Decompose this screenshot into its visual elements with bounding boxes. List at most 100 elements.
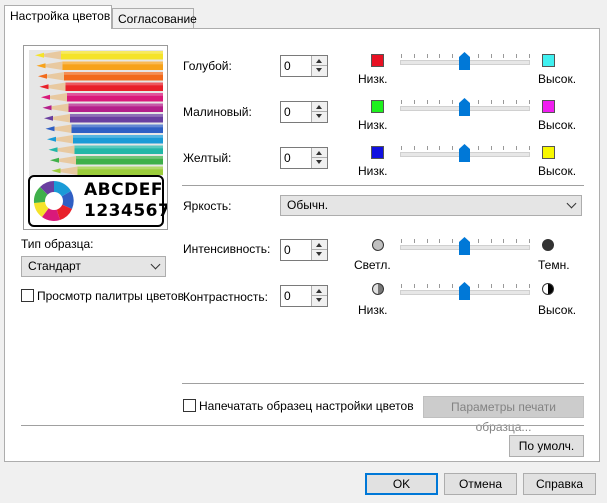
intensity-spinbox[interactable]: 0 — [280, 239, 328, 261]
print-params-button[interactable]: Параметры печати образца... — [423, 396, 584, 434]
arrow-up-icon[interactable] — [316, 289, 322, 293]
arrow-up-icon[interactable] — [316, 105, 322, 109]
arrow-down-icon[interactable] — [316, 298, 322, 302]
print-sample-label: Напечатать образец настройки цветов — [199, 399, 414, 413]
sample-type-select[interactable]: Стандарт — [21, 256, 166, 277]
low-color-swatch — [371, 54, 384, 67]
slider-tick — [413, 239, 415, 243]
slider-tick — [413, 100, 415, 104]
brightness-select[interactable]: Обычн. — [280, 195, 582, 216]
tab-matching[interactable]: Согласование — [112, 8, 197, 28]
slider-tick — [426, 284, 428, 288]
color-spinbox[interactable]: 0 — [280, 147, 328, 169]
contrast-spinbox[interactable]: 0 — [280, 285, 328, 307]
slider-tick — [490, 54, 492, 58]
intensity-spin-buttons[interactable] — [311, 240, 327, 260]
color-spinbox[interactable]: 0 — [280, 55, 328, 77]
high-color-swatch — [542, 54, 555, 67]
slider-tick — [503, 284, 505, 288]
slider-tick — [477, 284, 479, 288]
slider-tick — [490, 100, 492, 104]
slider-tick — [452, 284, 454, 288]
arrow-up-icon[interactable] — [316, 59, 322, 63]
palette-view-checkbox[interactable] — [21, 289, 34, 302]
arrow-down-icon[interactable] — [316, 252, 322, 256]
slider-tick — [426, 100, 428, 104]
color-value: 0 — [284, 59, 291, 73]
color-slider[interactable] — [400, 97, 530, 119]
dark-icon — [542, 239, 554, 251]
slider-thumb[interactable] — [459, 98, 470, 116]
slider-tick — [516, 100, 518, 104]
slider-thumb[interactable] — [459, 237, 470, 255]
slider-tick — [452, 54, 454, 58]
slider-tick — [503, 146, 505, 150]
arrow-down-icon[interactable] — [316, 114, 322, 118]
spin-buttons[interactable] — [311, 148, 327, 168]
slider-tick — [401, 54, 402, 58]
contrast-value: 0 — [284, 289, 291, 303]
separator — [182, 185, 584, 186]
color-spinbox[interactable]: 0 — [280, 101, 328, 123]
brightness-value: Обычн. — [287, 198, 329, 212]
sample-digits: 1234567 — [84, 201, 168, 221]
slider-tick — [413, 54, 415, 58]
separator — [21, 425, 584, 426]
color-value: 0 — [284, 151, 291, 165]
cancel-button[interactable]: Отмена — [444, 473, 517, 495]
help-button[interactable]: Справка — [523, 473, 596, 495]
slider-tick — [516, 146, 518, 150]
contrast-spin-buttons[interactable] — [311, 286, 327, 306]
slider-tick — [477, 239, 479, 243]
color-slider[interactable] — [400, 51, 530, 73]
contrast-high-label: Высок. — [538, 303, 577, 317]
color-slider[interactable] — [400, 143, 530, 165]
slider-tick — [490, 284, 492, 288]
high-label: Высок. — [538, 72, 577, 86]
color-label: Голубой: — [183, 59, 232, 73]
low-label: Низк. — [358, 118, 388, 132]
slider-thumb[interactable] — [459, 144, 470, 162]
slider-tick — [439, 100, 441, 104]
slider-tick — [426, 54, 428, 58]
slider-tick — [413, 284, 415, 288]
tab-color-settings[interactable]: Настройка цветов — [4, 5, 112, 29]
contrast-label: Контрастность: — [183, 290, 269, 304]
high-label: Высок. — [538, 164, 577, 178]
contrast-low-label: Низк. — [358, 303, 388, 317]
arrow-up-icon[interactable] — [316, 151, 322, 155]
sample-letters: ABCDEF — [84, 180, 163, 200]
slider-tick — [516, 239, 518, 243]
slider-tick — [516, 284, 518, 288]
slider-tick — [529, 146, 530, 150]
arrow-down-icon[interactable] — [316, 160, 322, 164]
high-color-swatch — [542, 100, 555, 113]
defaults-button[interactable]: По умолч. — [509, 435, 584, 457]
slider-tick — [439, 146, 441, 150]
slider-tick — [529, 239, 530, 243]
print-sample-checkbox[interactable] — [183, 399, 196, 412]
intensity-slider[interactable] — [400, 236, 530, 258]
high-label: Высок. — [538, 118, 577, 132]
light-icon — [372, 239, 384, 251]
arrow-down-icon[interactable] — [316, 68, 322, 72]
spin-buttons[interactable] — [311, 102, 327, 122]
contrast-slider[interactable] — [400, 281, 530, 303]
slider-tick — [401, 146, 402, 150]
low-label: Низк. — [358, 72, 388, 86]
slider-tick — [529, 284, 530, 288]
intensity-value: 0 — [284, 243, 291, 257]
intensity-label: Интенсивность: — [183, 242, 271, 256]
low-color-swatch — [371, 146, 384, 159]
arrow-up-icon[interactable] — [316, 243, 322, 247]
color-sample-preview: ABCDEF 1234567 — [23, 45, 168, 230]
slider-tick — [490, 146, 492, 150]
slider-tick — [529, 54, 530, 58]
slider-thumb[interactable] — [459, 52, 470, 70]
color-wheel-icon — [33, 181, 74, 221]
slider-thumb[interactable] — [459, 282, 470, 300]
slider-tick — [426, 146, 428, 150]
slider-tick — [516, 54, 518, 58]
spin-buttons[interactable] — [311, 56, 327, 76]
ok-button[interactable]: OK — [365, 473, 438, 495]
